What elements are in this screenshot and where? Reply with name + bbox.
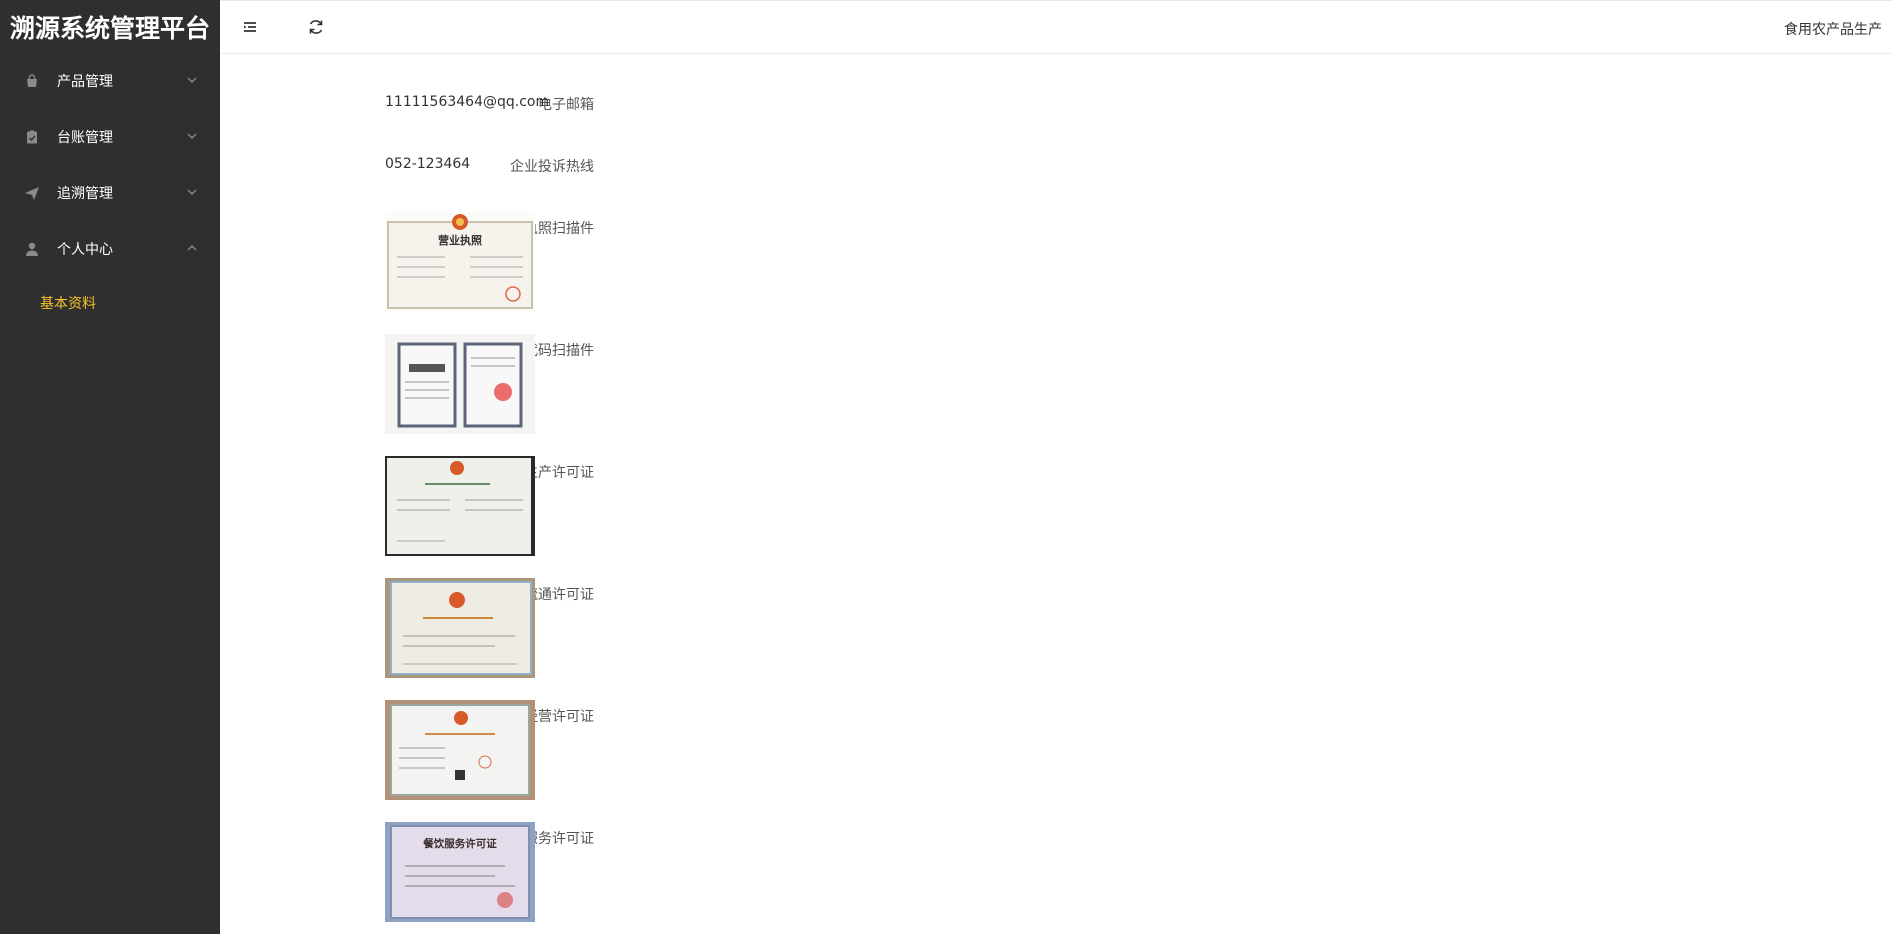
clipboard-check-icon (27, 130, 37, 144)
profile-content: 电子邮箱 11111563464@qq.com 企业投诉热线 052-12346… (220, 54, 1892, 934)
refresh-icon[interactable] (306, 17, 326, 37)
bag-icon (27, 74, 37, 87)
sidebar-subitem-basic-info[interactable]: 基本资料 (0, 277, 220, 329)
sidebar-item-product[interactable]: 产品管理 (0, 53, 220, 109)
hotline-value: 052-123464 (385, 156, 471, 172)
sidebar: 溯源系统管理平台 产品管理 台账管理 追溯管理 个人中心 基本资料 (0, 0, 220, 934)
app-title: 溯源系统管理平台 (9, 13, 210, 43)
sidebar-item-label: 追溯管理 (57, 186, 113, 202)
svg-text:餐饮服务许可证: 餐饮服务许可证 (422, 837, 497, 850)
sidebar-item-label: 个人中心 (57, 242, 113, 258)
business-license-image[interactable]: 营业执照 (385, 212, 535, 312)
food-operation-license-image[interactable] (385, 700, 535, 800)
sidebar-item-personal[interactable]: 个人中心 (0, 221, 220, 277)
sidebar-item-label: 产品管理 (57, 74, 113, 90)
topbar: 食用农产品生产 (220, 0, 1892, 54)
menu-collapse-icon[interactable] (240, 17, 260, 37)
svg-text:营业执照: 营业执照 (438, 233, 482, 247)
user-icon (26, 242, 38, 256)
chevron-up-icon (187, 245, 197, 251)
food-circulation-license-image[interactable] (385, 578, 535, 678)
chevron-down-icon (187, 133, 197, 139)
sidebar-item-trace[interactable]: 追溯管理 (0, 165, 220, 221)
current-user[interactable]: 食用农产品生产 (1784, 19, 1882, 39)
paper-plane-icon (25, 187, 39, 200)
org-code-image[interactable] (385, 334, 535, 434)
food-production-license-image[interactable] (385, 456, 535, 556)
sidebar-item-label: 台账管理 (57, 130, 113, 146)
sidebar-item-ledger[interactable]: 台账管理 (0, 109, 220, 165)
sidebar-subitem-label: 基本资料 (40, 296, 96, 312)
email-value: 11111563464@qq.com (385, 94, 550, 110)
catering-license-image[interactable]: 餐饮服务许可证 (385, 822, 535, 922)
chevron-down-icon (187, 77, 197, 83)
chevron-down-icon (187, 189, 197, 195)
